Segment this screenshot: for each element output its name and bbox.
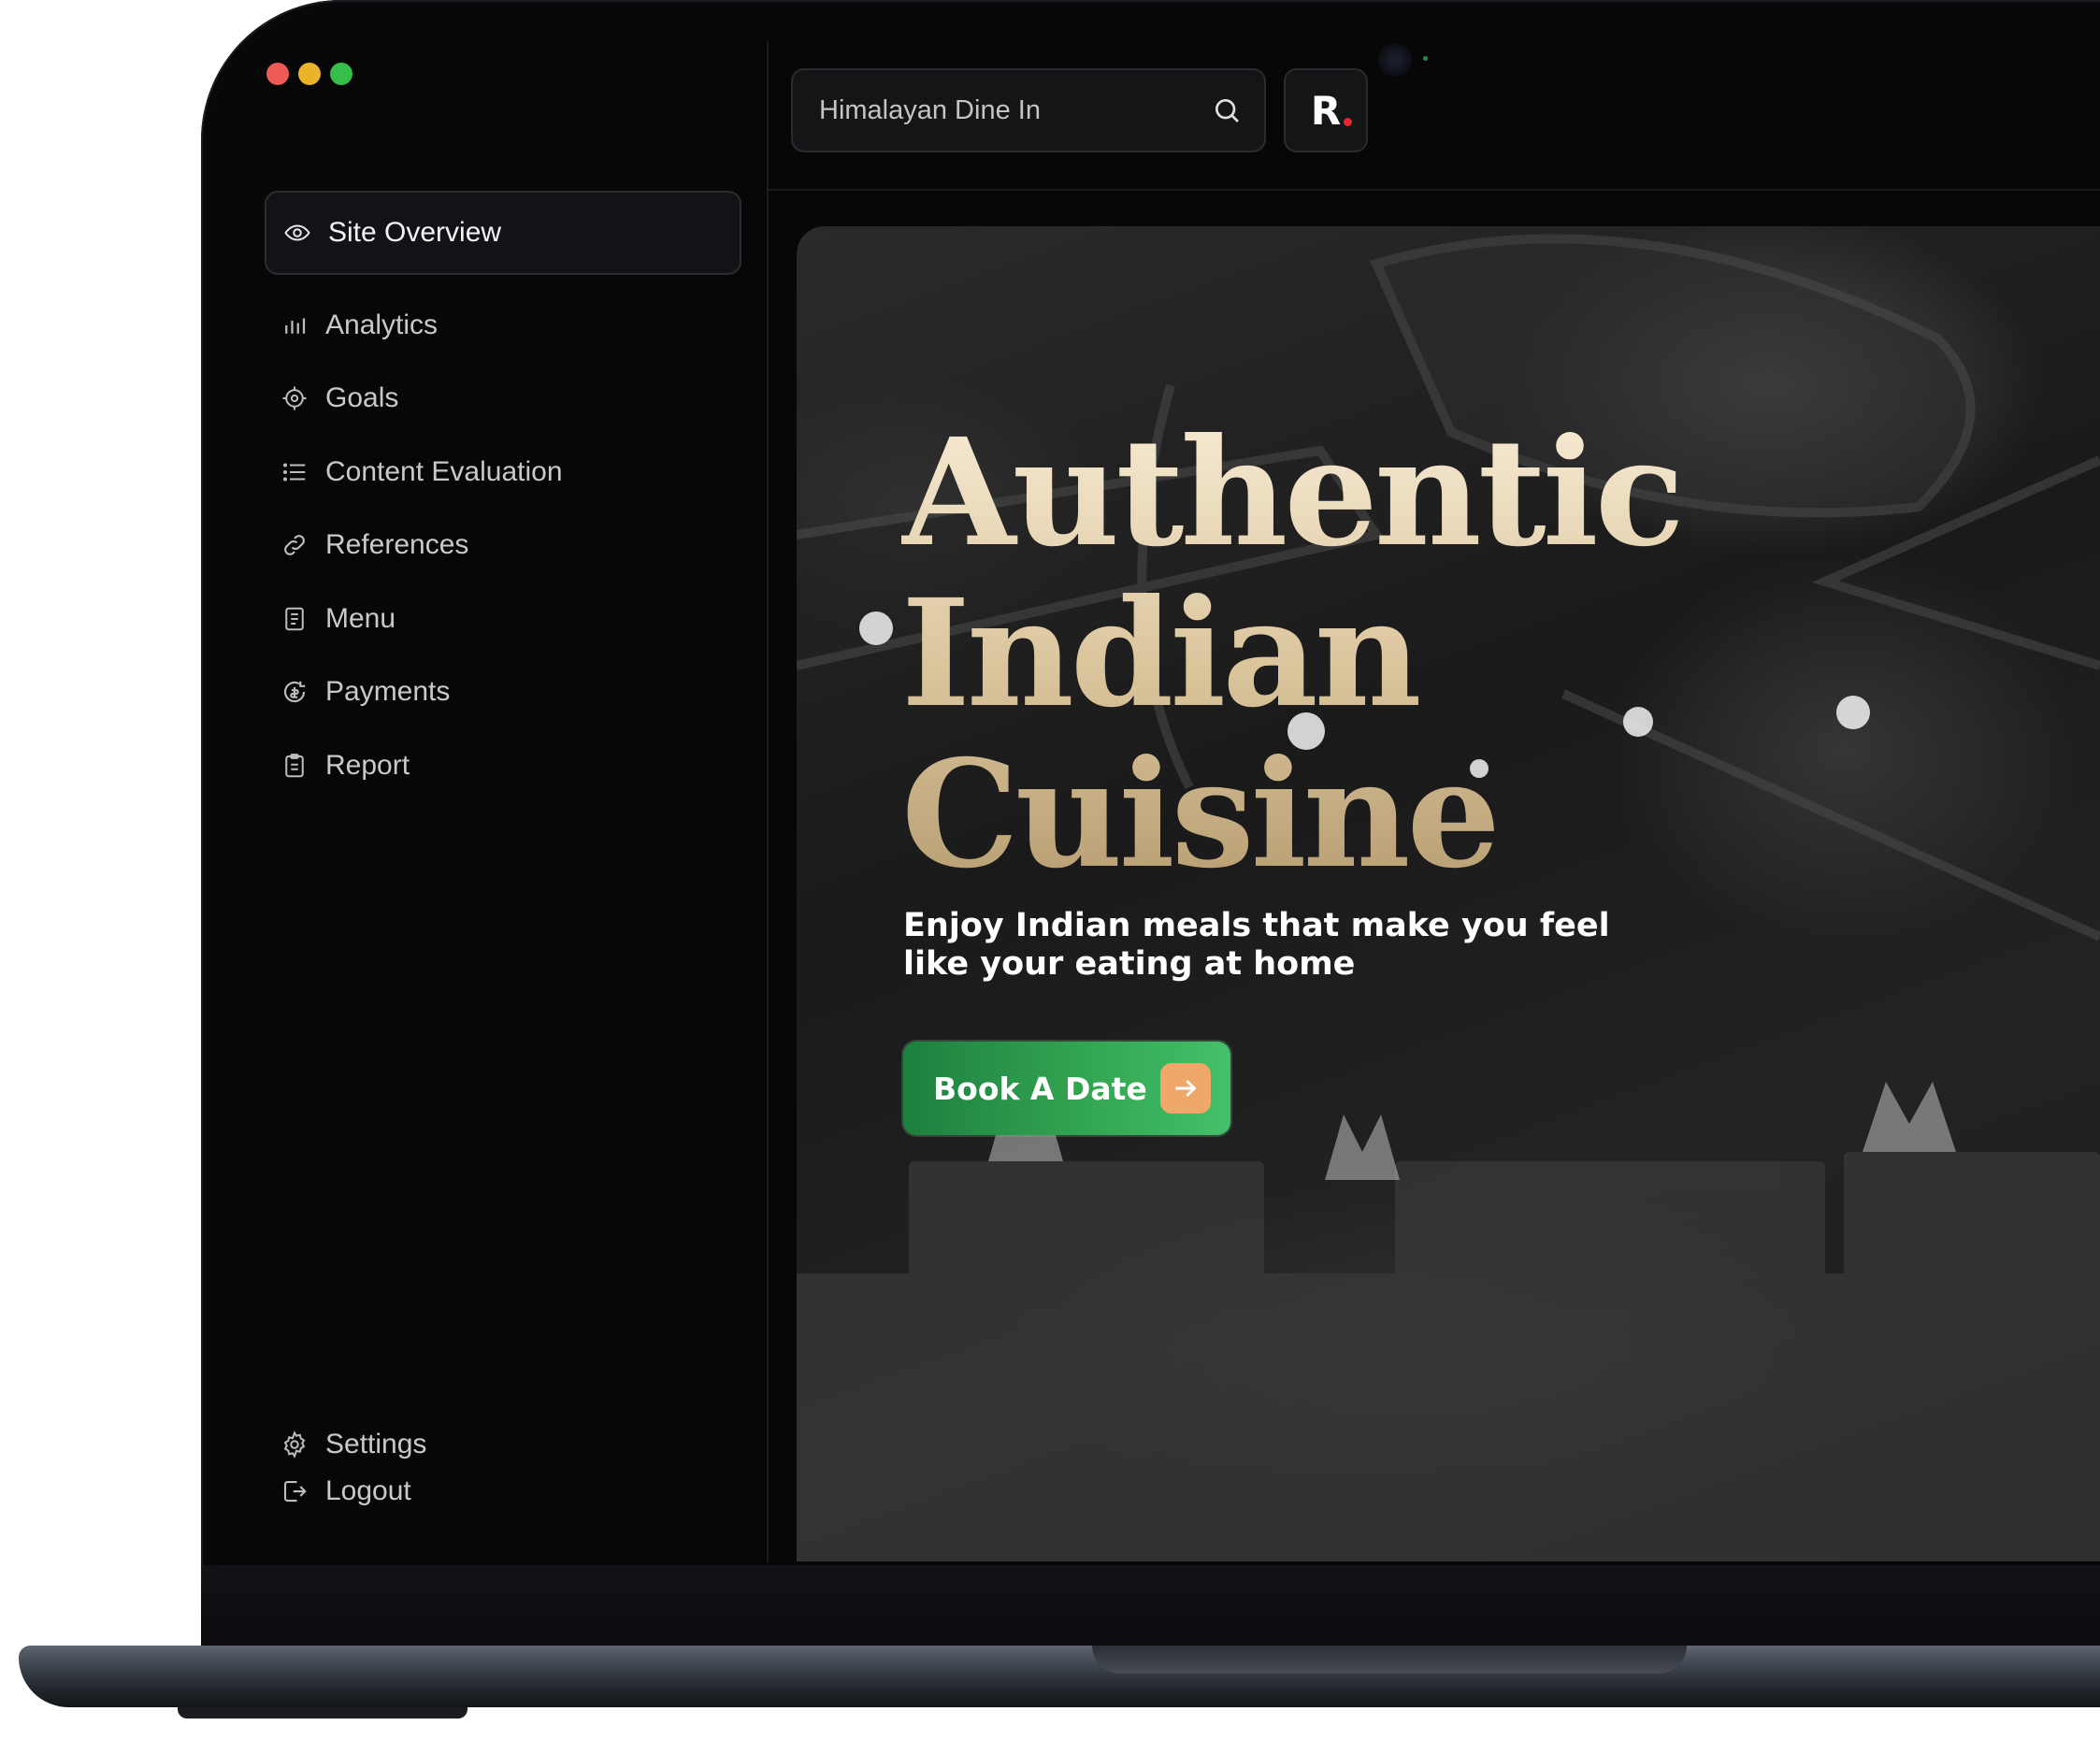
sidebar-item-label: Goals — [325, 382, 399, 413]
arrow-right-icon — [1159, 1063, 1211, 1114]
eye-icon — [284, 224, 310, 241]
sidebar-item-report[interactable]: Report — [280, 744, 410, 787]
close-window-button[interactable] — [266, 63, 289, 85]
webcam-led — [1423, 56, 1428, 61]
book-a-date-button[interactable]: Book A Date — [903, 1042, 1230, 1135]
sidebar-divider — [767, 41, 769, 1562]
sidebar-item-payments[interactable]: Payments — [280, 670, 450, 713]
clipboard-icon — [285, 754, 304, 778]
sidebar-item-label: Payments — [325, 676, 451, 707]
gear-icon — [283, 1431, 306, 1459]
brand-logo-letter: R — [1310, 87, 1342, 134]
sidebar-item-content-evaluation[interactable]: Content Evaluation — [280, 451, 563, 494]
brand-logo-dot — [1344, 117, 1353, 126]
hero-title-line: Cuisine — [901, 728, 1498, 901]
minimize-window-button[interactable] — [298, 63, 321, 85]
window-controls — [266, 63, 352, 85]
sidebar-item-label: Settings — [325, 1429, 427, 1460]
logout-icon — [283, 1480, 307, 1503]
sidebar-item-label: Report — [325, 750, 410, 781]
laptop-opening-notch — [1092, 1646, 1687, 1674]
laptop-bezel — [201, 1565, 2100, 1649]
brand-logo-button[interactable]: R — [1284, 68, 1368, 152]
hero-title-line: Indian — [901, 568, 1418, 741]
cta-label: Book A Date — [933, 1070, 1147, 1107]
target-icon — [282, 386, 307, 410]
link-icon — [284, 535, 305, 555]
header-divider — [769, 189, 2100, 191]
hero-title-line: Authentic — [901, 407, 1681, 580]
sidebar-item-logout[interactable]: Logout — [280, 1470, 411, 1513]
brand-logo: R — [1310, 87, 1353, 134]
search-box[interactable] — [791, 68, 1266, 152]
document-icon — [285, 607, 304, 631]
list-icon — [283, 463, 306, 482]
sidebar-item-settings[interactable]: Settings — [280, 1423, 426, 1466]
sidebar-item-references[interactable]: References — [280, 524, 468, 567]
search-input[interactable] — [817, 93, 1212, 127]
coin-icon — [283, 681, 306, 703]
hero-subtitle: Enjoy Indian meals that make you feel li… — [903, 907, 1610, 983]
sidebar-item-analytics[interactable]: Analytics — [280, 304, 438, 347]
sidebar-item-label: Logout — [325, 1475, 411, 1506]
laptop-foot — [178, 1707, 467, 1718]
laptop-base — [19, 1646, 2100, 1707]
search-icon[interactable] — [1212, 95, 1242, 125]
hero-banner: Authentic Indian Cuisine Enjoy Indian me… — [797, 226, 2100, 1561]
sidebar-item-label: References — [325, 529, 469, 560]
webcam — [1378, 43, 1412, 77]
hero-title: Authentic Indian Cuisine — [901, 413, 1743, 896]
sidebar-item-menu[interactable]: Menu — [280, 597, 396, 640]
sidebar-item-label: Analytics — [325, 309, 439, 340]
sidebar-item-label: Site Overview — [328, 217, 502, 248]
sidebar-item-goals[interactable]: Goals — [280, 377, 398, 420]
sidebar-item-site-overview[interactable]: Site Overview — [265, 191, 741, 275]
maximize-window-button[interactable] — [330, 63, 352, 85]
sidebar-item-label: Menu — [325, 603, 396, 634]
sidebar-item-label: Content Evaluation — [325, 456, 563, 487]
bar-chart-icon — [285, 318, 306, 334]
